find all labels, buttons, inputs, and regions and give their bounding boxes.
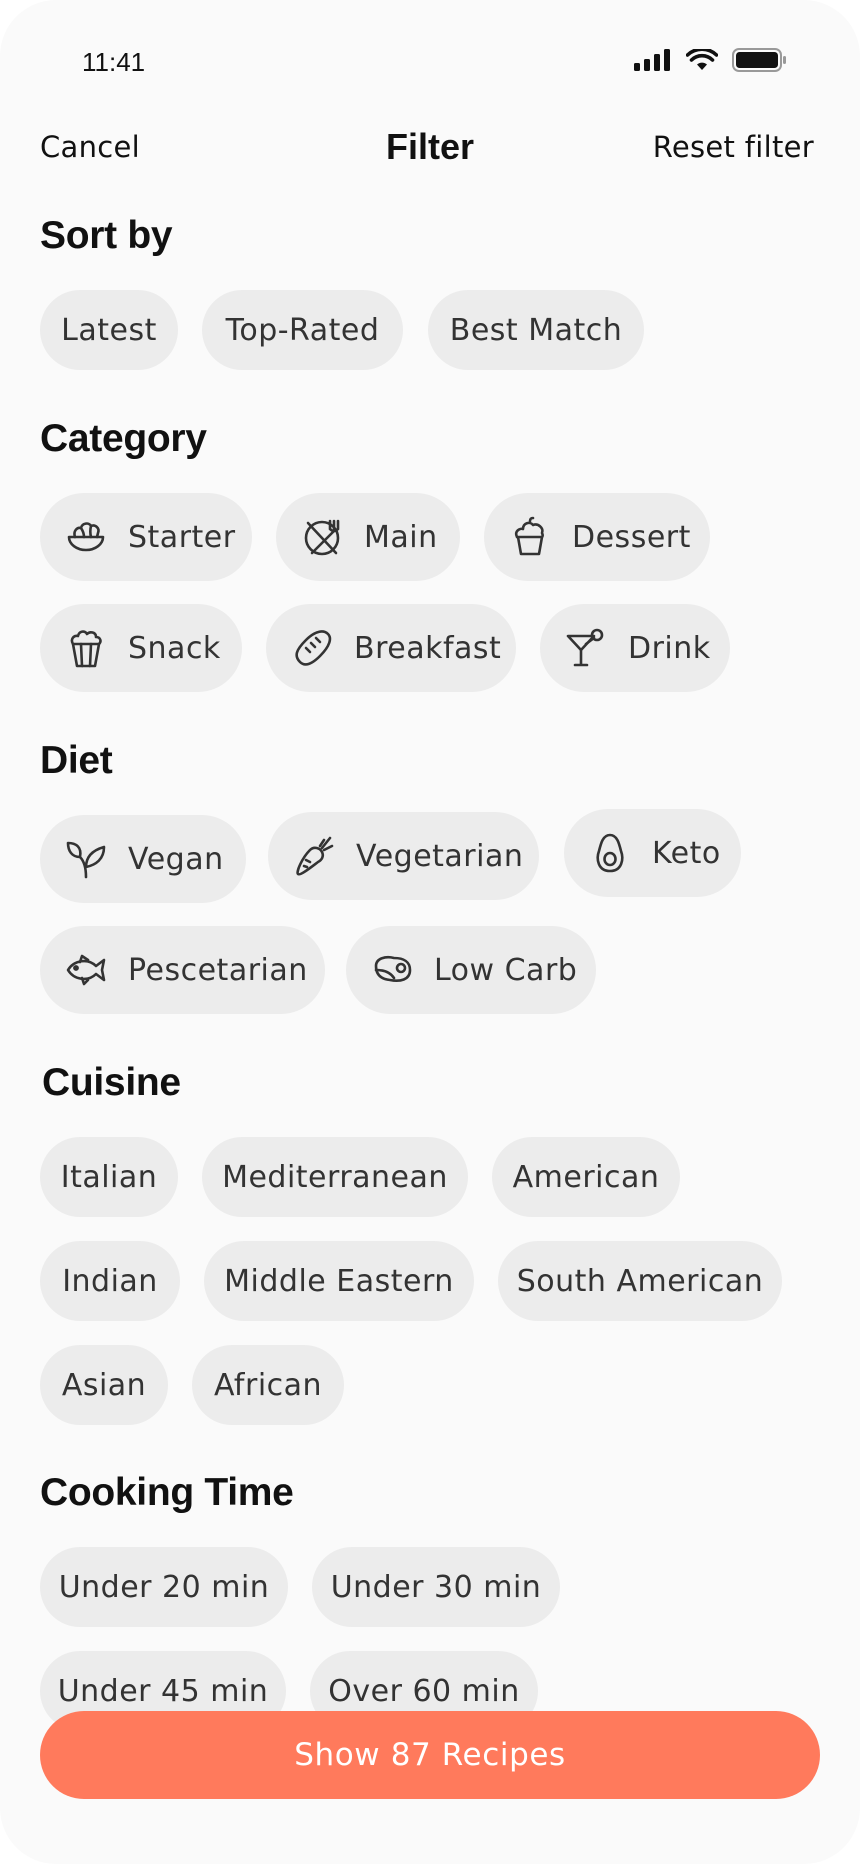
section-title-cooking-time: Cooking Time: [40, 1471, 294, 1514]
chip-cuisine-indian[interactable]: Indian: [40, 1241, 180, 1321]
chip-label: Indian: [62, 1263, 158, 1299]
status-icons: [634, 47, 788, 76]
chip-category-main[interactable]: Main: [276, 493, 460, 581]
chip-category-starter[interactable]: Starter: [40, 493, 252, 581]
chip-label: Vegan: [128, 841, 224, 877]
chip-label: Top-Rated: [225, 312, 380, 348]
chip-label: American: [512, 1159, 660, 1195]
chip-category-dessert[interactable]: Dessert: [484, 493, 710, 581]
fish-icon: [64, 948, 108, 992]
show-recipes-label: Show 87 Recipes: [294, 1737, 566, 1773]
section-title-cuisine: Cuisine: [42, 1061, 181, 1104]
chip-label: Starter: [128, 519, 236, 555]
chip-category-drink[interactable]: Drink: [540, 604, 730, 692]
show-recipes-button[interactable]: Show 87 Recipes: [40, 1711, 820, 1799]
steak-icon: [370, 948, 414, 992]
bread-icon: [290, 626, 334, 670]
status-bar: 11:41: [0, 0, 860, 110]
chip-label: Keto: [652, 835, 721, 871]
chip-cuisine-south-american[interactable]: South American: [498, 1241, 782, 1321]
popcorn-icon: [64, 626, 108, 670]
plate-fork-knife-icon: [300, 515, 344, 559]
section-title-diet: Diet: [40, 739, 113, 782]
chip-diet-vegetarian[interactable]: Vegetarian: [268, 812, 539, 900]
wifi-icon: [685, 47, 719, 75]
section-title-category: Category: [40, 417, 207, 460]
chip-time-under-30[interactable]: Under 30 min: [312, 1547, 560, 1627]
salad-bowl-icon: [64, 515, 108, 559]
nav-bar: Cancel Filter Reset filter: [0, 120, 860, 180]
chip-time-under-20[interactable]: Under 20 min: [40, 1547, 288, 1627]
cupcake-icon: [508, 515, 552, 559]
chip-category-snack[interactable]: Snack: [40, 604, 242, 692]
reset-filter-button[interactable]: Reset filter: [653, 130, 814, 164]
chip-label: Main: [364, 519, 438, 555]
chip-label: Drink: [628, 630, 711, 666]
chip-label: Dessert: [572, 519, 691, 555]
chip-label: African: [213, 1367, 323, 1403]
chip-label: Over 60 min: [328, 1673, 520, 1709]
chip-cuisine-italian[interactable]: Italian: [40, 1137, 178, 1217]
chip-label: Middle Eastern: [224, 1263, 454, 1299]
chip-label: South American: [516, 1263, 764, 1299]
chip-sort-best-match[interactable]: Best Match: [428, 290, 644, 370]
chip-cuisine-african[interactable]: African: [192, 1345, 344, 1425]
chip-label: Under 20 min: [58, 1569, 270, 1605]
chip-cuisine-mediterranean[interactable]: Mediterranean: [202, 1137, 468, 1217]
chip-diet-vegan[interactable]: Vegan: [40, 815, 246, 903]
chip-sort-latest[interactable]: Latest: [40, 290, 178, 370]
chip-sort-top-rated[interactable]: Top-Rated: [202, 290, 403, 370]
chip-diet-pescetarian[interactable]: Pescetarian: [40, 926, 325, 1014]
chip-label: Under 45 min: [57, 1673, 269, 1709]
chip-label: Latest: [61, 312, 157, 348]
chip-label: Snack: [128, 630, 221, 666]
status-time: 11:41: [82, 47, 146, 77]
chip-cuisine-asian[interactable]: Asian: [40, 1345, 168, 1425]
chip-label: Asian: [61, 1367, 147, 1403]
chip-label: Pescetarian: [128, 952, 308, 988]
cocktail-icon: [564, 626, 608, 670]
carrot-icon: [292, 834, 336, 878]
chip-label: Italian: [60, 1159, 158, 1195]
chip-diet-low-carb[interactable]: Low Carb: [346, 926, 596, 1014]
battery-icon: [732, 48, 788, 76]
chip-label: Breakfast: [354, 630, 502, 666]
chip-category-breakfast[interactable]: Breakfast: [266, 604, 516, 692]
chip-label: Low Carb: [434, 952, 578, 988]
filter-screen: 11:41 Cancel Filter Reset filter Sort by…: [0, 0, 860, 1864]
chip-label: Best Match: [449, 312, 623, 348]
chip-cuisine-middle-eastern[interactable]: Middle Eastern: [204, 1241, 474, 1321]
section-title-sort-by: Sort by: [40, 214, 173, 257]
sprout-icon: [64, 837, 108, 881]
chip-label: Vegetarian: [356, 838, 524, 874]
signal-icon: [634, 49, 672, 75]
chip-cuisine-american[interactable]: American: [492, 1137, 680, 1217]
chip-diet-keto[interactable]: Keto: [564, 809, 741, 897]
chip-label: Mediterranean: [222, 1159, 448, 1195]
avocado-icon: [588, 831, 632, 875]
chip-label: Under 30 min: [330, 1569, 542, 1605]
